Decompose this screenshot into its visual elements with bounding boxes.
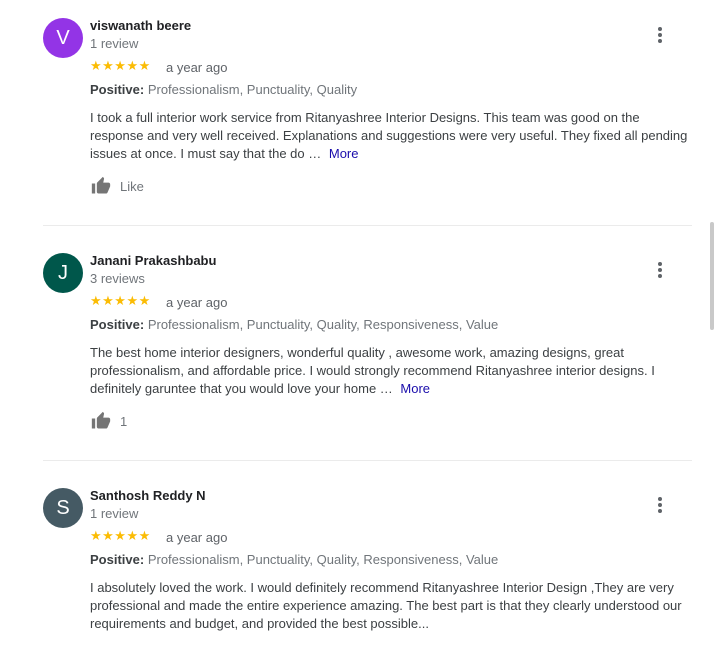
positive-label: Positive: — [90, 317, 145, 332]
avatar-letter: J — [58, 261, 68, 284]
review-date: a year ago — [166, 295, 228, 310]
review-text-content: I absolutely loved the work. I would def… — [90, 580, 682, 631]
more-vert-icon — [658, 27, 662, 43]
positive-attributes: Positive: Professionalism, Punctuality, … — [90, 82, 357, 97]
review-text-content: I took a full interior work service from… — [90, 110, 688, 161]
scrollbar-thumb[interactable] — [710, 222, 714, 330]
like-button[interactable]: 1 — [90, 411, 127, 431]
more-options-button[interactable] — [648, 493, 672, 517]
review-text-content: The best home interior designers, wonder… — [90, 345, 655, 396]
avatar[interactable]: J — [43, 253, 83, 293]
divider — [43, 460, 692, 461]
more-options-button[interactable] — [648, 23, 672, 47]
thumbs-up-icon — [91, 176, 111, 194]
review-count: 1 review — [90, 506, 139, 521]
review-text: I took a full interior work service from… — [90, 109, 690, 163]
star-rating: ★★★★★ — [90, 528, 151, 543]
positive-label: Positive: — [90, 82, 145, 97]
like-button[interactable]: Like — [90, 176, 144, 196]
review-text: I absolutely loved the work. I would def… — [90, 579, 690, 633]
more-vert-icon — [658, 497, 662, 513]
star-rating: ★★★★★ — [90, 58, 151, 73]
positive-values: Professionalism, Punctuality, Quality, R… — [147, 552, 499, 567]
like-count: 1 — [120, 413, 128, 429]
divider — [43, 225, 692, 226]
positive-values: Professionalism, Punctuality, Quality, R… — [147, 317, 499, 332]
more-vert-icon — [658, 262, 662, 278]
reviewer-name[interactable]: viswanath beere — [90, 18, 191, 33]
positive-attributes: Positive: Professionalism, Punctuality, … — [90, 317, 498, 332]
more-link[interactable]: More — [400, 381, 430, 396]
more-link[interactable]: More — [329, 146, 359, 161]
review-text: The best home interior designers, wonder… — [90, 344, 690, 398]
avatar-letter: S — [56, 496, 70, 519]
reviewer-name[interactable]: Janani Prakashbabu — [90, 253, 216, 268]
review-count: 1 review — [90, 36, 139, 51]
more-options-button[interactable] — [648, 258, 672, 282]
like-label: Like — [120, 178, 144, 194]
reviewer-name[interactable]: Santhosh Reddy N — [90, 488, 206, 503]
star-rating: ★★★★★ — [90, 293, 151, 308]
positive-label: Positive: — [90, 552, 145, 567]
review-count: 3 reviews — [90, 271, 145, 286]
avatar-letter: V — [56, 26, 70, 49]
positive-attributes: Positive: Professionalism, Punctuality, … — [90, 552, 498, 567]
avatar[interactable]: S — [43, 488, 83, 528]
review-date: a year ago — [166, 60, 228, 75]
positive-values: Professionalism, Punctuality, Quality — [147, 82, 358, 97]
review-date: a year ago — [166, 530, 228, 545]
avatar[interactable]: V — [43, 18, 83, 58]
thumbs-up-icon — [91, 411, 111, 429]
